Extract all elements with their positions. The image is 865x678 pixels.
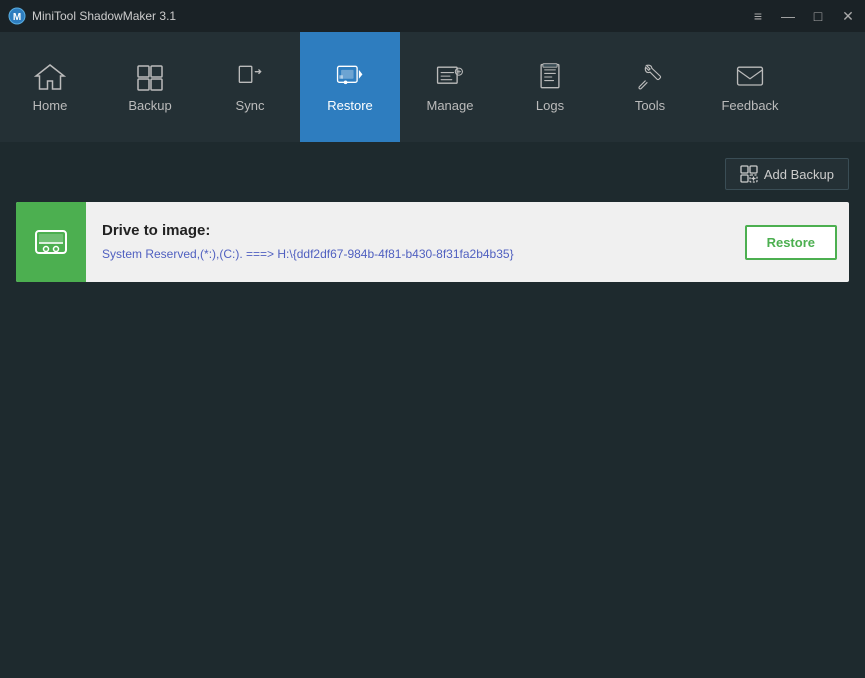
- nav-label-logs: Logs: [536, 98, 564, 113]
- menu-button[interactable]: ≡: [749, 9, 767, 23]
- add-backup-label: Add Backup: [764, 167, 834, 182]
- nav-item-tools[interactable]: Tools: [600, 32, 700, 142]
- app-title: MiniTool ShadowMaker 3.1: [32, 9, 176, 23]
- nav-label-sync: Sync: [236, 98, 265, 113]
- nav-item-logs[interactable]: Logs: [500, 32, 600, 142]
- add-backup-button[interactable]: Add Backup: [725, 158, 849, 190]
- home-icon: [34, 62, 66, 92]
- card-content: Drive to image: System Reserved,(*:),(C:…: [86, 202, 733, 282]
- restore-icon: [334, 62, 366, 92]
- nav-item-manage[interactable]: Manage: [400, 32, 500, 142]
- restore-card: Drive to image: System Reserved,(*:),(C:…: [16, 202, 849, 282]
- drive-icon: [32, 223, 70, 261]
- nav-item-home[interactable]: Home: [0, 32, 100, 142]
- main-content: Add Backup Drive to image: System Reserv…: [0, 142, 865, 678]
- feedback-icon: [734, 62, 766, 92]
- add-backup-icon: [740, 165, 758, 183]
- backup-icon: [134, 62, 166, 92]
- nav-label-feedback: Feedback: [721, 98, 778, 113]
- card-path: System Reserved,(*:),(C:). ===> H:\{ddf2…: [102, 245, 717, 263]
- nav-item-restore[interactable]: Restore: [300, 32, 400, 142]
- title-controls: ≡ — □ ✕: [749, 9, 857, 23]
- restore-button[interactable]: Restore: [745, 225, 837, 260]
- toolbar: Add Backup: [16, 158, 849, 190]
- tools-icon: [634, 62, 666, 92]
- nav-item-sync[interactable]: Sync: [200, 32, 300, 142]
- app-logo-icon: M: [8, 7, 26, 25]
- nav-item-feedback[interactable]: Feedback: [700, 32, 800, 142]
- nav-label-home: Home: [33, 98, 68, 113]
- card-title: Drive to image:: [102, 222, 717, 239]
- logs-icon: [534, 62, 566, 92]
- card-icon-box: [16, 202, 86, 282]
- nav-label-backup: Backup: [128, 98, 171, 113]
- sync-icon: [234, 62, 266, 92]
- title-left: M MiniTool ShadowMaker 3.1: [8, 7, 176, 25]
- nav-label-tools: Tools: [635, 98, 665, 113]
- navbar: Home Backup Sync: [0, 32, 865, 142]
- nav-item-backup[interactable]: Backup: [100, 32, 200, 142]
- manage-icon: [434, 62, 466, 92]
- svg-text:M: M: [13, 12, 21, 23]
- close-button[interactable]: ✕: [839, 9, 857, 23]
- nav-label-manage: Manage: [427, 98, 474, 113]
- card-actions: Restore: [733, 202, 849, 282]
- maximize-button[interactable]: □: [809, 9, 827, 23]
- nav-label-restore: Restore: [327, 98, 373, 113]
- minimize-button[interactable]: —: [779, 9, 797, 23]
- title-bar: M MiniTool ShadowMaker 3.1 ≡ — □ ✕: [0, 0, 865, 32]
